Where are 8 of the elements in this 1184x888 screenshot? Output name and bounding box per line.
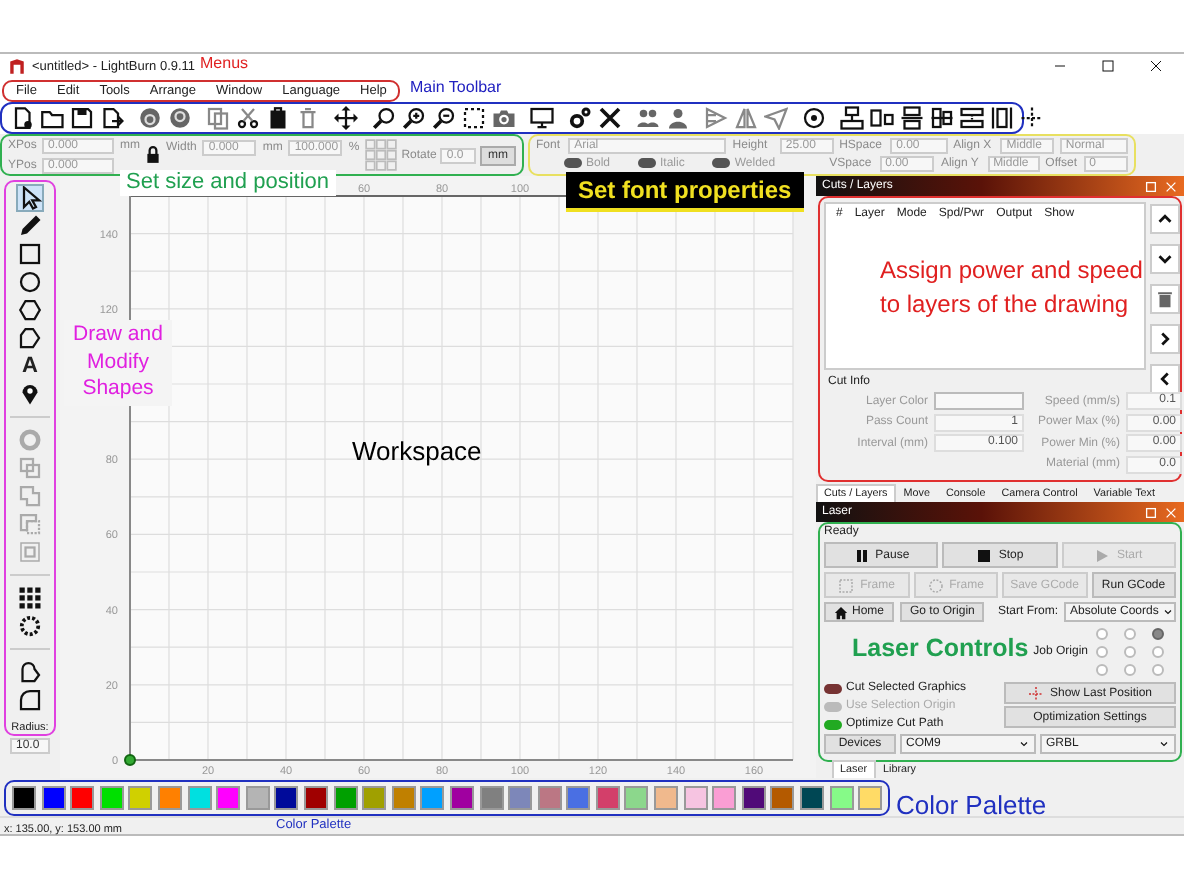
annotation-overlay: Set font properties <box>566 172 804 213</box>
annotation-overlay: Laser Controls <box>852 634 1029 664</box>
annotation-overlay: Assign power and speed to layers of the drawing <box>880 254 1145 323</box>
annotation-overlay: Workspace <box>352 436 482 468</box>
annotation-overlay: Set size and position <box>120 170 336 197</box>
annotation-overlay: Color Palette <box>896 790 1047 822</box>
annotation-overlay: Menus <box>200 54 249 74</box>
annotation-overlay: Main Toolbar <box>410 78 502 98</box>
